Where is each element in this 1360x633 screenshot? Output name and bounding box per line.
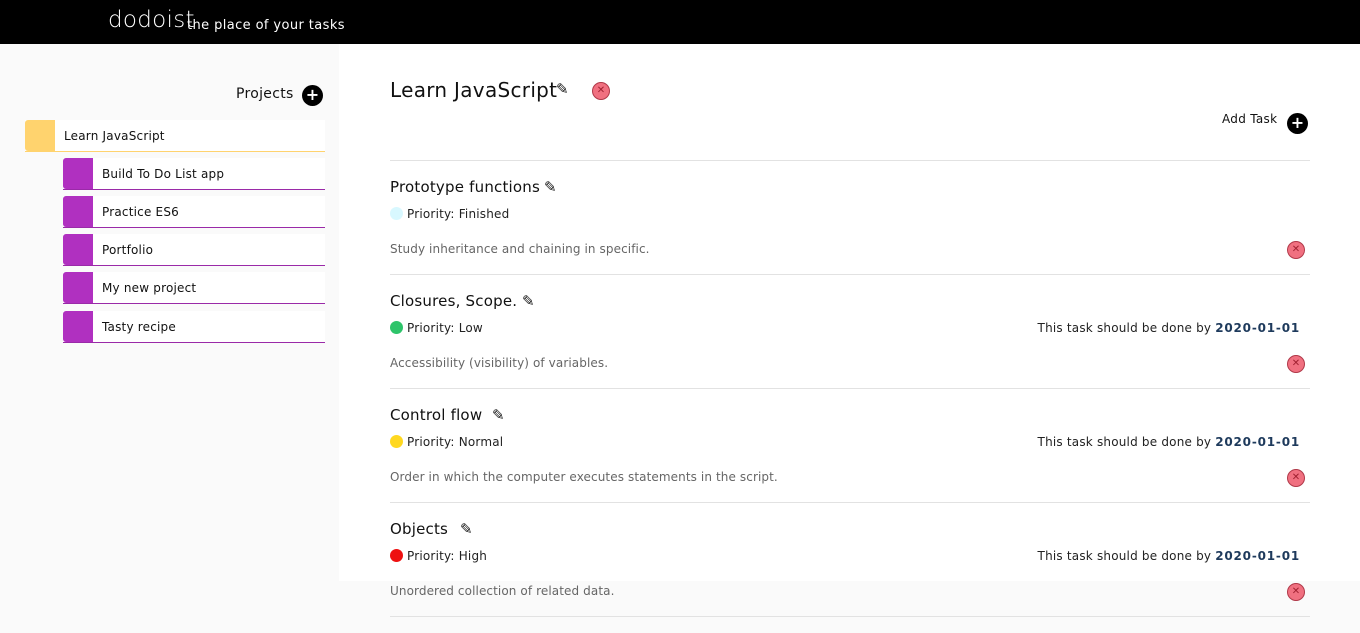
- sidebar-item-label: My new project: [102, 281, 197, 295]
- task-title: Closures, Scope.: [390, 292, 518, 310]
- sidebar-item-label: Portfolio: [102, 243, 154, 257]
- edit-project-pencil-icon[interactable]: ✎: [556, 80, 569, 98]
- project-color-swatch: [63, 234, 93, 265]
- add-project-button[interactable]: +: [302, 85, 323, 106]
- edit-task-pencil-icon[interactable]: ✎: [544, 178, 557, 196]
- task-priority: Priority: High: [390, 549, 487, 563]
- sidebar-item-label: Build To Do List app: [102, 167, 225, 181]
- priority-dot: [390, 321, 403, 334]
- add-task-label: Add Task: [1222, 112, 1278, 126]
- task-title: Prototype functions: [390, 178, 541, 196]
- edit-task-pencil-icon[interactable]: ✎: [522, 292, 535, 310]
- brand-logo[interactable]: dodoist: [108, 7, 195, 33]
- due-prefix: This task should be done by: [1037, 435, 1212, 449]
- priority-dot: [390, 549, 403, 562]
- priority-label: Priority: Normal: [407, 435, 504, 449]
- delete-task-icon[interactable]: ✕: [1287, 583, 1305, 601]
- sidebar-item-learn-javascript[interactable]: Learn JavaScript: [25, 120, 325, 152]
- project-color-swatch: [25, 120, 55, 151]
- project-color-swatch: [63, 196, 93, 227]
- sidebar-item-label: Practice ES6: [102, 205, 179, 219]
- delete-task-icon[interactable]: ✕: [1287, 355, 1305, 373]
- task-description: Study inheritance and chaining in specif…: [390, 242, 650, 256]
- divider: [390, 160, 1310, 161]
- due-date: 2020-01-01: [1215, 321, 1300, 335]
- project-color-swatch: [63, 272, 93, 303]
- main-panel: [339, 44, 1360, 581]
- sidebar-item-label: Learn JavaScript: [64, 129, 165, 143]
- due-prefix: This task should be done by: [1037, 321, 1212, 335]
- sidebar: Projects + Learn JavaScript Build To Do …: [0, 44, 339, 633]
- edit-task-pencil-icon[interactable]: ✎: [460, 520, 473, 538]
- delete-task-icon[interactable]: ✕: [1287, 469, 1305, 487]
- task-due: This task should be done by 2020-01-01: [1038, 321, 1300, 335]
- due-prefix: This task should be done by: [1037, 549, 1212, 563]
- sidebar-item-my-new-project[interactable]: My new project: [63, 272, 325, 304]
- priority-label: Priority: Low: [407, 321, 483, 335]
- task-description: Accessibility (visibility) of variables.: [390, 356, 609, 370]
- divider: [390, 274, 1310, 275]
- priority-label: Priority: Finished: [407, 207, 510, 221]
- task-title: Objects: [390, 520, 449, 538]
- project-color-swatch: [63, 311, 93, 342]
- priority-label: Priority: High: [407, 549, 488, 563]
- task-description: Unordered collection of related data.: [390, 584, 615, 598]
- task-due: This task should be done by 2020-01-01: [1038, 435, 1300, 449]
- due-date: 2020-01-01: [1215, 435, 1300, 449]
- add-task-button[interactable]: +: [1287, 113, 1308, 134]
- task-priority: Priority: Normal: [390, 435, 503, 449]
- due-date: 2020-01-01: [1215, 549, 1300, 563]
- priority-dot: [390, 207, 403, 220]
- tagline: the place of your tasks: [187, 18, 345, 33]
- task-due: This task should be done by 2020-01-01: [1038, 549, 1300, 563]
- sidebar-item-build-todo[interactable]: Build To Do List app: [63, 158, 325, 190]
- sidebar-item-label: Tasty recipe: [102, 320, 176, 334]
- delete-project-icon[interactable]: ✕: [592, 82, 610, 100]
- project-title: Learn JavaScript: [390, 78, 558, 102]
- delete-task-icon[interactable]: ✕: [1287, 241, 1305, 259]
- divider: [390, 502, 1310, 503]
- top-bar: dodoist the place of your tasks: [0, 0, 1360, 44]
- task-description: Order in which the computer executes sta…: [390, 470, 778, 484]
- sidebar-item-portfolio[interactable]: Portfolio: [63, 234, 325, 266]
- task-priority: Priority: Low: [390, 321, 483, 335]
- projects-heading: Projects: [236, 86, 294, 102]
- task-title: Control flow: [390, 406, 483, 424]
- sidebar-item-practice-es6[interactable]: Practice ES6: [63, 196, 325, 228]
- priority-dot: [390, 435, 403, 448]
- task-priority: Priority: Finished: [390, 207, 509, 221]
- edit-task-pencil-icon[interactable]: ✎: [492, 406, 505, 424]
- sidebar-item-tasty-recipe[interactable]: Tasty recipe: [63, 311, 325, 343]
- divider: [390, 616, 1310, 617]
- project-color-swatch: [63, 158, 93, 189]
- divider: [390, 388, 1310, 389]
